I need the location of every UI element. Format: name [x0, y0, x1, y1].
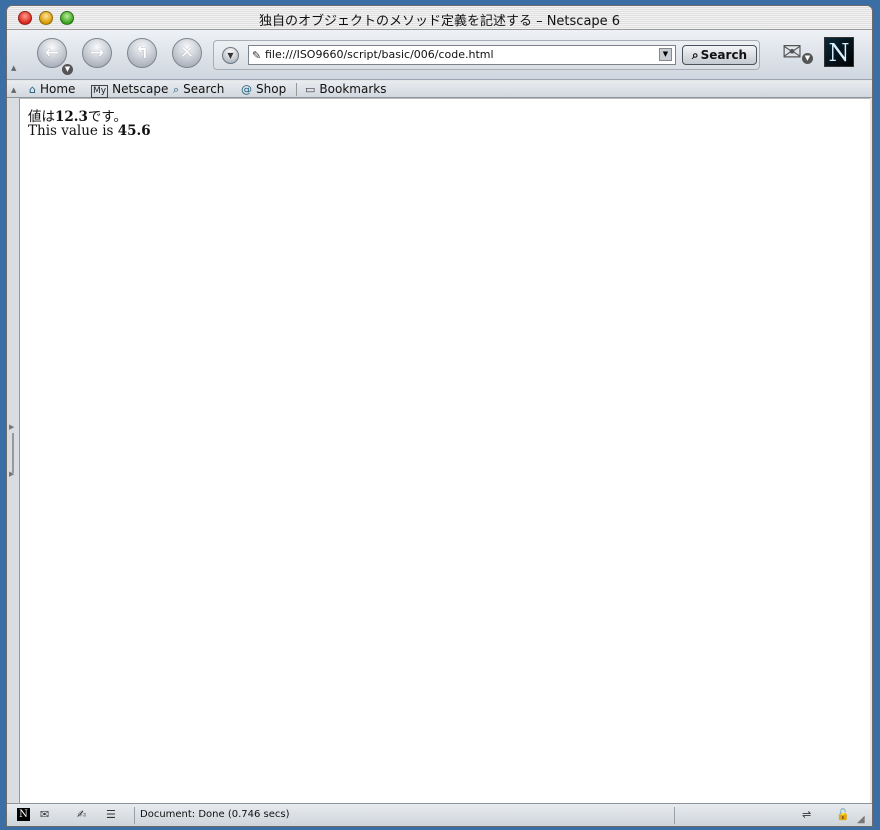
stop-icon: ✕	[179, 43, 195, 63]
window-title: 独自のオブジェクトのメソッド定義を記述する – Netscape 6	[258, 14, 621, 29]
personal-item-my-netscape[interactable]: My Netscape	[91, 82, 169, 98]
personal-item-shop[interactable]: @ Shop	[241, 82, 286, 97]
page-icon: ✎	[252, 49, 262, 62]
line2-prefix: This value is	[28, 123, 118, 139]
page-content: 値は12.3です。 This value is 45.6	[19, 98, 870, 803]
sidebar-handle	[12, 433, 14, 473]
url-input[interactable]: ✎ file:///ISO9660/script/basic/006/code.…	[248, 45, 676, 65]
search-button[interactable]: ⌕ Search	[682, 45, 757, 65]
bookmarks-label: Bookmarks	[319, 82, 387, 96]
toolbar-collapse-grip[interactable]: ▲	[11, 64, 17, 72]
navigation-toolbar: ▲ ← ▼ → ↰ ✕ ▼ ✎ file:///ISO9660/script/b…	[7, 30, 872, 80]
netscape-status-icon[interactable]: N	[17, 808, 30, 821]
address-book-icon[interactable]: ☰	[106, 808, 116, 822]
search-button-label: Search	[700, 48, 748, 62]
online-status-icon[interactable]: ⇌	[802, 808, 811, 822]
status-divider	[134, 807, 135, 824]
url-bar: ▼ ✎ file:///ISO9660/script/basic/006/cod…	[213, 40, 760, 70]
back-button[interactable]: ←	[37, 38, 67, 68]
mail-dropdown-icon[interactable]: ▼	[802, 53, 813, 64]
personal-toolbar-grip[interactable]: ▲	[11, 86, 17, 94]
status-text: Document: Done (0.746 secs)	[140, 809, 290, 820]
status-divider-right	[674, 807, 675, 824]
url-dropdown-button[interactable]: ▼	[659, 48, 672, 61]
sidebar-expand-icon-lower: ▶	[9, 470, 15, 478]
magnifier-icon: ⌕	[691, 48, 699, 62]
back-history-dropdown-icon[interactable]: ▼	[62, 64, 73, 75]
personal-item-home[interactable]: ⌂ Home	[29, 82, 75, 97]
bookmarks-folder-icon: ▭	[305, 83, 316, 96]
stop-button[interactable]: ✕	[172, 38, 202, 68]
line2-value: 45.6	[117, 123, 151, 139]
shop-label: Shop	[256, 82, 287, 96]
personal-toolbar: ▲ ⌂ Home My Netscape ⌕ Search @ Shop ▭ Bookma…	[7, 81, 872, 98]
value-line-japanese: 値は12.3です。	[28, 105, 127, 125]
forward-arrow-icon: →	[89, 43, 105, 63]
mail-status-icon[interactable]: ✉	[40, 808, 49, 822]
search-icon: ⌕	[173, 83, 180, 96]
security-lock-icon[interactable]: 🔓	[836, 808, 850, 822]
toolbar-separator	[296, 83, 297, 96]
search-label: Search	[183, 82, 225, 96]
shop-icon: @	[241, 83, 252, 96]
title-bar[interactable]: 独自のオブジェクトのメソッド定義を記述する – Netscape 6	[7, 6, 872, 30]
netscape-label: Netscape	[112, 82, 169, 96]
reload-button[interactable]: ↰	[127, 38, 157, 68]
reload-icon: ↰	[134, 43, 150, 63]
my-netscape-icon: My	[91, 85, 109, 98]
composer-icon[interactable]: ✍	[77, 808, 86, 822]
netscape-logo-icon[interactable]: N	[824, 37, 854, 67]
home-label: Home	[39, 82, 76, 96]
url-history-dropdown-icon[interactable]: ▼	[222, 47, 239, 64]
forward-button[interactable]: →	[82, 38, 112, 68]
status-bar: N ✉ ✍ ☰ Document: Done (0.746 secs) ⇌ 🔓 …	[7, 803, 872, 826]
resize-grip-icon[interactable]: ◢	[857, 813, 870, 826]
browser-window: 独自のオブジェクトのメソッド定義を記述する – Netscape 6 ▲ ← ▼…	[6, 5, 873, 827]
back-arrow-icon: ←	[44, 43, 60, 63]
sidebar-grip[interactable]: ▶ ▶	[7, 98, 19, 803]
sidebar-expand-icon: ▶	[9, 423, 15, 431]
home-icon: ⌂	[29, 83, 36, 96]
url-text: file:///ISO9660/script/basic/006/code.ht…	[265, 48, 494, 61]
personal-item-bookmarks[interactable]: ▭ Bookmarks	[305, 82, 386, 97]
personal-item-search[interactable]: ⌕ Search	[173, 82, 224, 97]
value-line-english: This value is 45.6	[28, 123, 151, 139]
